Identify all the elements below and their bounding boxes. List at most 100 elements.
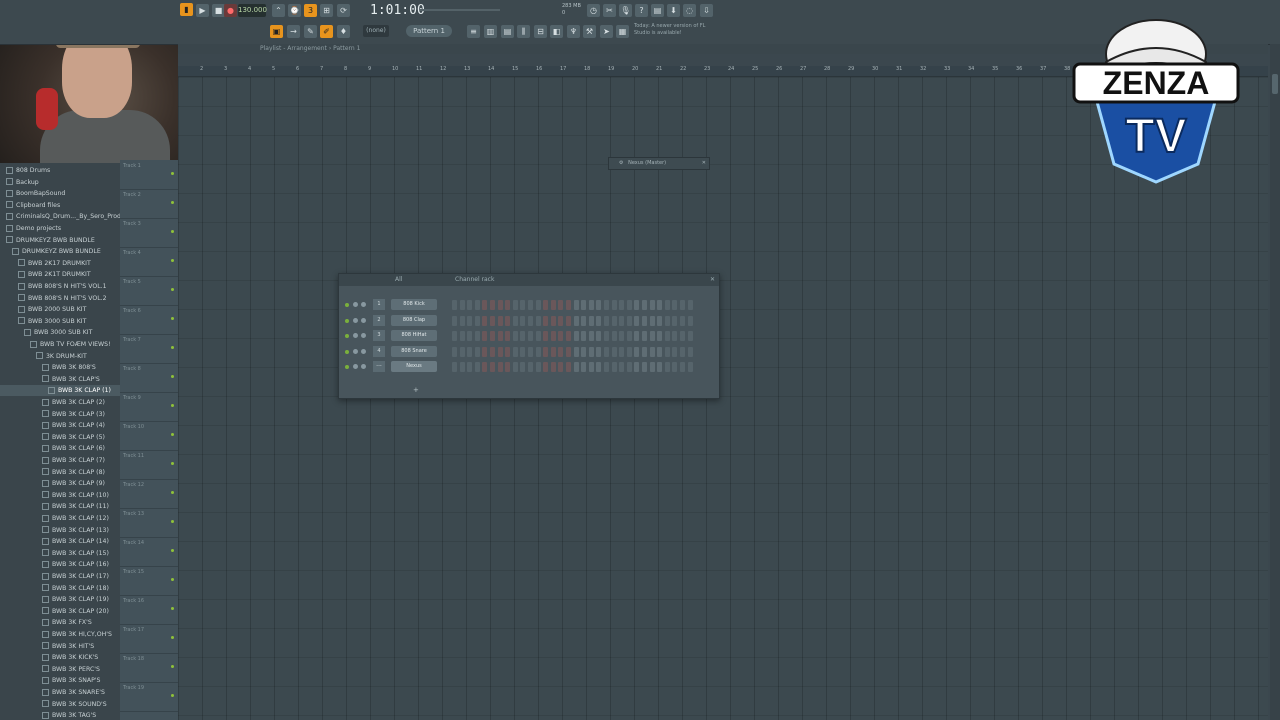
step-button[interactable] bbox=[664, 315, 670, 326]
track-header[interactable]: Track 10 bbox=[120, 421, 178, 451]
step-button[interactable] bbox=[452, 315, 457, 326]
step-button[interactable] bbox=[634, 346, 640, 357]
channel-mute-led[interactable] bbox=[345, 365, 349, 369]
tools-icon[interactable]: ⚒ bbox=[583, 25, 596, 38]
track-header[interactable]: Track 8 bbox=[120, 363, 178, 393]
browser-item[interactable]: BWB 3K CLAP (9) bbox=[0, 478, 120, 489]
step-button[interactable] bbox=[634, 315, 640, 326]
record-icon[interactable]: ● bbox=[224, 4, 237, 17]
step-button[interactable] bbox=[657, 346, 663, 357]
playlist-icon[interactable]: ≡ bbox=[467, 25, 480, 38]
step-button[interactable] bbox=[550, 346, 556, 357]
channel-row[interactable]: 3 808 HiHat bbox=[339, 329, 719, 343]
step-button[interactable] bbox=[497, 362, 503, 372]
tempo-display[interactable]: 130.000 bbox=[238, 4, 267, 17]
channel-filter[interactable]: All bbox=[395, 274, 402, 286]
step-button[interactable] bbox=[497, 346, 503, 357]
step-button[interactable] bbox=[596, 346, 602, 357]
help-icon[interactable]: ? bbox=[635, 4, 648, 17]
step-edit-icon[interactable]: ⊞ bbox=[320, 4, 333, 17]
step-button[interactable] bbox=[535, 346, 541, 357]
step-button[interactable] bbox=[482, 362, 488, 372]
browser-item[interactable]: BWB 3K HI,CY,OH'S bbox=[0, 629, 120, 640]
step-button[interactable] bbox=[452, 362, 457, 372]
browser-item[interactable]: BWB 3K CLAP (1) bbox=[0, 385, 120, 397]
step-button[interactable] bbox=[474, 331, 480, 341]
plugin-mini-window[interactable]: ⚙ Nexus (Master) ✕ bbox=[608, 157, 710, 170]
browser-item[interactable]: BWB 3K CLAP (15) bbox=[0, 548, 120, 559]
track-mute-led[interactable] bbox=[171, 404, 174, 407]
step-button[interactable] bbox=[573, 362, 579, 372]
channel-row[interactable]: 4 808 Snare bbox=[339, 345, 719, 359]
track-header[interactable]: Track 13 bbox=[120, 508, 178, 538]
browser-item[interactable]: BWB 3K CLAP (19) bbox=[0, 594, 120, 605]
pan-knob[interactable] bbox=[353, 364, 358, 369]
step-button[interactable] bbox=[680, 346, 685, 357]
step-button[interactable] bbox=[680, 300, 685, 310]
track-header[interactable]: Track 12 bbox=[120, 479, 178, 509]
step-button[interactable] bbox=[626, 362, 632, 372]
step-button[interactable] bbox=[672, 362, 678, 372]
track-mute-led[interactable] bbox=[171, 665, 174, 668]
step-button[interactable] bbox=[680, 331, 685, 341]
track-header[interactable]: Track 15 bbox=[120, 566, 178, 596]
pattern-select[interactable]: Pattern 1 bbox=[406, 25, 452, 37]
step-button[interactable] bbox=[687, 362, 693, 372]
step-button[interactable] bbox=[452, 331, 457, 341]
step-button[interactable] bbox=[664, 300, 670, 310]
browser-item[interactable]: BWB 3K CLAP (10) bbox=[0, 490, 120, 501]
step-button[interactable] bbox=[467, 331, 473, 341]
step-button[interactable] bbox=[619, 300, 625, 310]
step-button[interactable] bbox=[550, 315, 556, 326]
step-button[interactable] bbox=[626, 331, 632, 341]
browser-item[interactable]: BWB TV FOÆM VIEWS! bbox=[0, 339, 120, 350]
track-mute-led[interactable] bbox=[171, 375, 174, 378]
browser-item[interactable]: BWB 3K CLAP (16) bbox=[0, 559, 120, 570]
step-button[interactable] bbox=[474, 315, 480, 326]
track-mute-led[interactable] bbox=[171, 607, 174, 610]
channel-mute-led[interactable] bbox=[345, 303, 349, 307]
step-button[interactable] bbox=[588, 346, 594, 357]
track-mute-led[interactable] bbox=[171, 520, 174, 523]
browser-item[interactable]: BWB 3K CLAP (11) bbox=[0, 501, 120, 512]
channel-name-button[interactable]: 808 Snare bbox=[391, 345, 437, 357]
step-button[interactable] bbox=[604, 362, 609, 372]
browser-item[interactable]: BoomBapSound bbox=[0, 188, 120, 199]
step-button[interactable] bbox=[505, 331, 511, 341]
cut-icon[interactable]: ✂ bbox=[603, 4, 616, 17]
step-button[interactable] bbox=[558, 300, 564, 310]
track-mute-led[interactable] bbox=[171, 694, 174, 697]
close-icon[interactable]: ✕ bbox=[702, 158, 706, 169]
step-button[interactable] bbox=[573, 346, 579, 357]
step-button[interactable] bbox=[649, 346, 655, 357]
channel-row[interactable]: 1 808 Kick bbox=[339, 298, 719, 312]
playlist-snap-icon[interactable]: ▣ bbox=[270, 25, 283, 38]
channel-mute-led[interactable] bbox=[345, 349, 349, 354]
step-button[interactable] bbox=[497, 315, 503, 326]
menu-icon[interactable]: ▮ bbox=[180, 3, 193, 16]
browser-item[interactable]: BWB 3K PERC'S bbox=[0, 664, 120, 675]
step-button[interactable] bbox=[505, 346, 511, 357]
tuner-icon[interactable]: ♆ bbox=[567, 25, 580, 38]
stamp-icon[interactable]: ♦ bbox=[337, 25, 350, 38]
step-button[interactable] bbox=[680, 315, 685, 326]
track-mute-led[interactable] bbox=[171, 433, 174, 436]
track-mute-led[interactable] bbox=[171, 462, 174, 465]
browser-item[interactable]: BWB 808'S N HIT'S VOL.1 bbox=[0, 281, 120, 292]
account-icon[interactable]: ⇩ bbox=[700, 4, 713, 17]
step-button[interactable] bbox=[626, 315, 632, 326]
step-button[interactable] bbox=[634, 300, 640, 310]
step-button[interactable] bbox=[634, 362, 640, 372]
step-button[interactable] bbox=[482, 315, 488, 326]
step-button[interactable] bbox=[535, 315, 541, 326]
browser-item[interactable]: Clipboard files bbox=[0, 200, 120, 211]
playlist-vertical-scrollbar[interactable] bbox=[1270, 44, 1280, 720]
browser-item[interactable]: BWB 3000 SUB KIT bbox=[0, 316, 120, 327]
track-header[interactable]: Track 2 bbox=[120, 189, 178, 219]
browser-item[interactable]: BWB 3K CLAP (2) bbox=[0, 397, 120, 408]
channel-mute-led[interactable] bbox=[345, 318, 349, 323]
step-button[interactable] bbox=[566, 331, 571, 341]
track-mute-led[interactable] bbox=[171, 636, 174, 639]
clock-icon[interactable]: ◷ bbox=[587, 4, 600, 17]
pan-knob[interactable] bbox=[353, 333, 358, 338]
